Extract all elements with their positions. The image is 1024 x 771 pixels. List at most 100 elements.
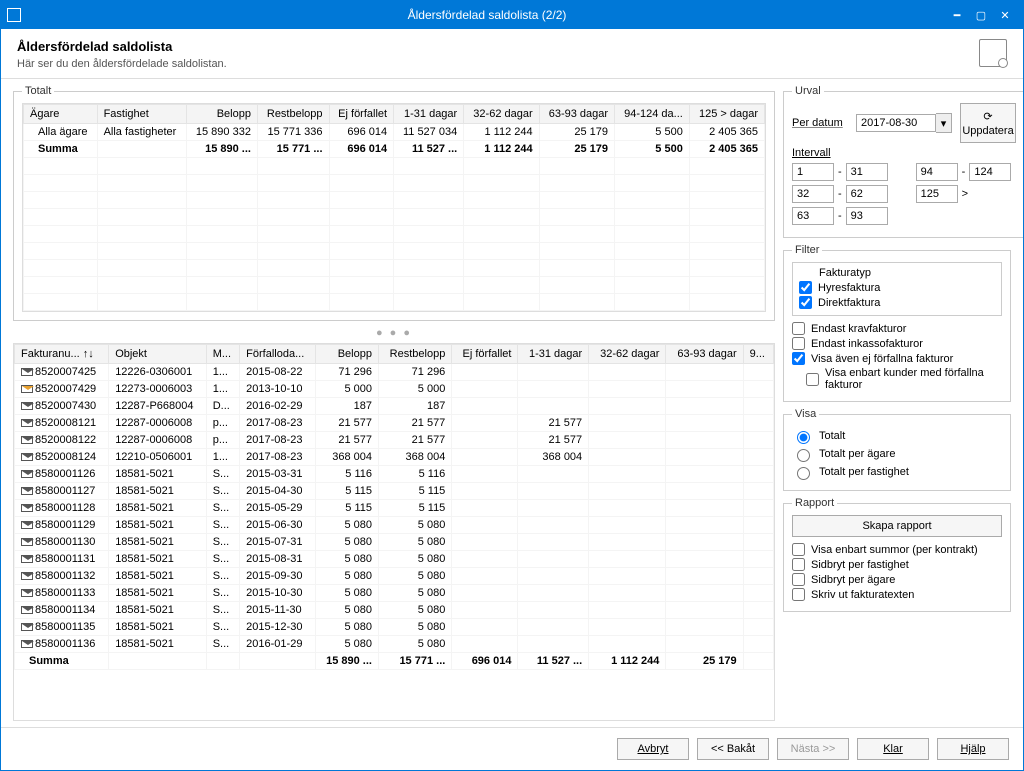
cancel-button[interactable]: Avbryt [617, 738, 689, 760]
invoice-row[interactable]: 852000742912273-00060031...2013-10-105 0… [15, 381, 774, 398]
col-header[interactable]: 1-31 dagar [518, 345, 589, 364]
create-report-button[interactable]: Skapa rapport [792, 515, 1002, 537]
invoice-row[interactable]: 852000812112287-0006008p...2017-08-2321 … [15, 415, 774, 432]
col-header[interactable]: 32-62 dagar [589, 345, 666, 364]
total-grid[interactable]: ÄgareFastighetBeloppRestbeloppEj förfall… [22, 103, 766, 312]
checkbox[interactable] [792, 543, 805, 556]
rapport-option[interactable]: Sidbryt per fastighet [792, 558, 1002, 571]
interval-to[interactable] [846, 185, 888, 203]
interval-to[interactable] [846, 207, 888, 225]
empty-row [24, 209, 765, 226]
rapport-option[interactable]: Sidbryt per ägare [792, 573, 1002, 586]
splitter[interactable]: ● ● ● [13, 327, 775, 337]
visa-option[interactable]: Totalt per fastighet [792, 464, 1002, 480]
col-header[interactable]: Fastighet [97, 105, 186, 124]
filter-type-option[interactable]: Direktfaktura [799, 296, 995, 309]
checkbox[interactable] [792, 337, 805, 350]
visa-option[interactable]: Totalt per ägare [792, 446, 1002, 462]
checkbox[interactable] [792, 558, 805, 571]
col-header[interactable]: Ej förfallet [452, 345, 518, 364]
col-header[interactable]: 32-62 dagar [464, 105, 539, 124]
fakturatyp-header: Fakturatyp [799, 267, 995, 279]
filter-option[interactable]: Endast inkassofakturor [792, 337, 1002, 350]
visa-option[interactable]: Totalt [792, 428, 1002, 444]
rapport-option[interactable]: Visa enbart summor (per kontrakt) [792, 543, 1002, 556]
visa-legend: Visa [792, 408, 819, 420]
invoice-row[interactable]: 858000112918581-5021S...2015-06-305 0805… [15, 517, 774, 534]
col-header[interactable]: Ägare [24, 105, 98, 124]
col-header[interactable]: Restbelopp [257, 105, 329, 124]
detail-grid[interactable]: Fakturanu... ↑↓ObjektM...Förfalloda...Be… [13, 343, 775, 721]
invoice-row[interactable]: 858000112718581-5021S...2015-04-305 1155… [15, 483, 774, 500]
envelope-icon [21, 589, 33, 597]
col-header[interactable]: 125 > dagar [689, 105, 764, 124]
titlebar: Åldersfördelad saldolista (2/2) ━ ▢ ✕ [1, 1, 1023, 29]
invoice-row[interactable]: 858000113318581-5021S...2015-10-305 0805… [15, 585, 774, 602]
radio[interactable] [797, 449, 810, 462]
invoice-row[interactable]: 858000112618581-5021S...2015-03-315 1165… [15, 466, 774, 483]
back-button[interactable]: << Bakåt [697, 738, 769, 760]
invoice-row[interactable]: 852000812412210-05060011...2017-08-23368… [15, 449, 774, 466]
invoice-row[interactable]: 852000742512226-03060011...2015-08-2271 … [15, 364, 774, 381]
invoice-row[interactable]: 858000113618581-5021S...2016-01-295 0805… [15, 636, 774, 653]
interval-from[interactable] [792, 207, 834, 225]
invoice-row[interactable]: 858000113018581-5021S...2015-07-315 0805… [15, 534, 774, 551]
envelope-icon [21, 487, 33, 495]
col-header[interactable]: Belopp [186, 105, 257, 124]
checkbox[interactable] [799, 296, 812, 309]
close-button[interactable]: ✕ [993, 9, 1017, 22]
invoice-row[interactable]: 858000113518581-5021S...2015-12-305 0805… [15, 619, 774, 636]
col-header[interactable]: Fakturanu... ↑↓ [15, 345, 109, 364]
checkbox[interactable] [792, 352, 805, 365]
interval-to[interactable] [969, 163, 1011, 181]
col-header[interactable]: 63-93 dagar [539, 105, 614, 124]
rapport-option[interactable]: Skriv ut fakturatexten [792, 588, 1002, 601]
invoice-row[interactable]: 858000113418581-5021S...2015-11-305 0805… [15, 602, 774, 619]
col-header[interactable]: Förfalloda... [240, 345, 316, 364]
col-header[interactable]: 94-124 da... [615, 105, 690, 124]
help-button[interactable]: Hjälp [937, 738, 1009, 760]
radio[interactable] [797, 431, 810, 444]
per-datum-input[interactable] [856, 114, 936, 132]
table-row[interactable]: Summa15 890 ...15 771 ...696 01411 527 .… [24, 141, 765, 158]
empty-row [24, 226, 765, 243]
invoice-row[interactable]: 858000113218581-5021S...2015-09-305 0805… [15, 568, 774, 585]
filter-option[interactable]: Visa enbart kunder med förfallna fakturo… [792, 367, 1002, 391]
checkbox[interactable] [799, 281, 812, 294]
empty-row [24, 158, 765, 175]
radio[interactable] [797, 467, 810, 480]
interval-from[interactable] [792, 163, 834, 181]
col-header[interactable]: 63-93 dagar [666, 345, 743, 364]
invoice-row[interactable]: 858000113118581-5021S...2015-08-315 0805… [15, 551, 774, 568]
invoice-row[interactable]: 858000112818581-5021S...2015-05-295 1155… [15, 500, 774, 517]
checkbox[interactable] [806, 373, 819, 386]
date-dropdown-icon[interactable]: ▾ [936, 113, 952, 133]
maximize-button[interactable]: ▢ [969, 9, 993, 22]
envelope-icon [21, 436, 33, 444]
filter-type-option[interactable]: Hyresfaktura [799, 281, 995, 294]
finish-button[interactable]: Klar [857, 738, 929, 760]
checkbox[interactable] [792, 322, 805, 335]
interval-to[interactable] [846, 163, 888, 181]
invoice-row[interactable]: 852000743012287-P668004D...2016-02-29187… [15, 398, 774, 415]
filter-option[interactable]: Visa även ej förfallna fakturor [792, 352, 1002, 365]
window-title: Åldersfördelad saldolista (2/2) [29, 8, 945, 22]
col-header[interactable]: Restbelopp [378, 345, 451, 364]
filter-option[interactable]: Endast kravfakturor [792, 322, 1002, 335]
checkbox[interactable] [792, 573, 805, 586]
col-header[interactable]: Belopp [316, 345, 379, 364]
col-header[interactable]: Ej förfallet [329, 105, 394, 124]
interval-from[interactable] [916, 185, 958, 203]
invoice-row[interactable]: 852000812212287-0006008p...2017-08-2321 … [15, 432, 774, 449]
col-header[interactable]: M... [206, 345, 239, 364]
interval-from[interactable] [916, 163, 958, 181]
empty-row [24, 243, 765, 260]
col-header[interactable]: Objekt [109, 345, 207, 364]
update-button[interactable]: ⟳ Uppdatera [960, 103, 1016, 143]
checkbox[interactable] [792, 588, 805, 601]
table-row[interactable]: Alla ägareAlla fastigheter15 890 33215 7… [24, 124, 765, 141]
minimize-button[interactable]: ━ [945, 9, 969, 22]
interval-from[interactable] [792, 185, 834, 203]
col-header[interactable]: 9... [743, 345, 773, 364]
col-header[interactable]: 1-31 dagar [394, 105, 464, 124]
